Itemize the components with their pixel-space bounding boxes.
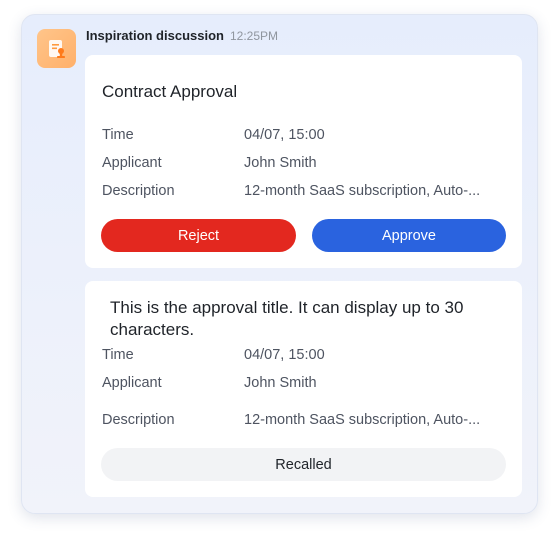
approval-card-contract[interactable]: Contract Approval Time 04/07, 15:00 Appl… xyxy=(85,55,522,268)
card-title: This is the approval title. It can displ… xyxy=(110,298,464,339)
field-label-applicant: Applicant xyxy=(102,375,162,391)
field-value-time: 04/07, 15:00 xyxy=(244,127,325,143)
field-label-description: Description xyxy=(102,183,175,199)
field-label-time: Time xyxy=(102,127,134,143)
field-label-description: Description xyxy=(102,412,175,428)
approval-card-recalled[interactable]: This is the approval title. It can displ… xyxy=(85,281,522,497)
message-header: Inspiration discussion 12:25PM xyxy=(86,28,278,46)
approval-stamp-icon xyxy=(48,39,65,58)
recalled-status-button[interactable]: Recalled xyxy=(101,448,506,481)
field-value-description: 12-month SaaS subscription, Auto-... xyxy=(244,412,481,428)
field-value-applicant: John Smith xyxy=(244,375,317,391)
field-value-applicant: John Smith xyxy=(244,155,317,171)
sender-name: Inspiration discussion xyxy=(86,28,224,43)
field-value-description: 12-month SaaS subscription, Auto-... xyxy=(244,183,481,199)
reject-button[interactable]: Reject xyxy=(101,219,296,252)
field-label-applicant: Applicant xyxy=(102,155,162,171)
card-title: Contract Approval xyxy=(102,82,238,101)
sender-avatar[interactable] xyxy=(37,29,76,68)
field-value-time: 04/07, 15:00 xyxy=(244,347,325,363)
approve-button[interactable]: Approve xyxy=(312,219,506,252)
message-time: 12:25PM xyxy=(229,29,278,43)
field-label-time: Time xyxy=(102,347,134,363)
